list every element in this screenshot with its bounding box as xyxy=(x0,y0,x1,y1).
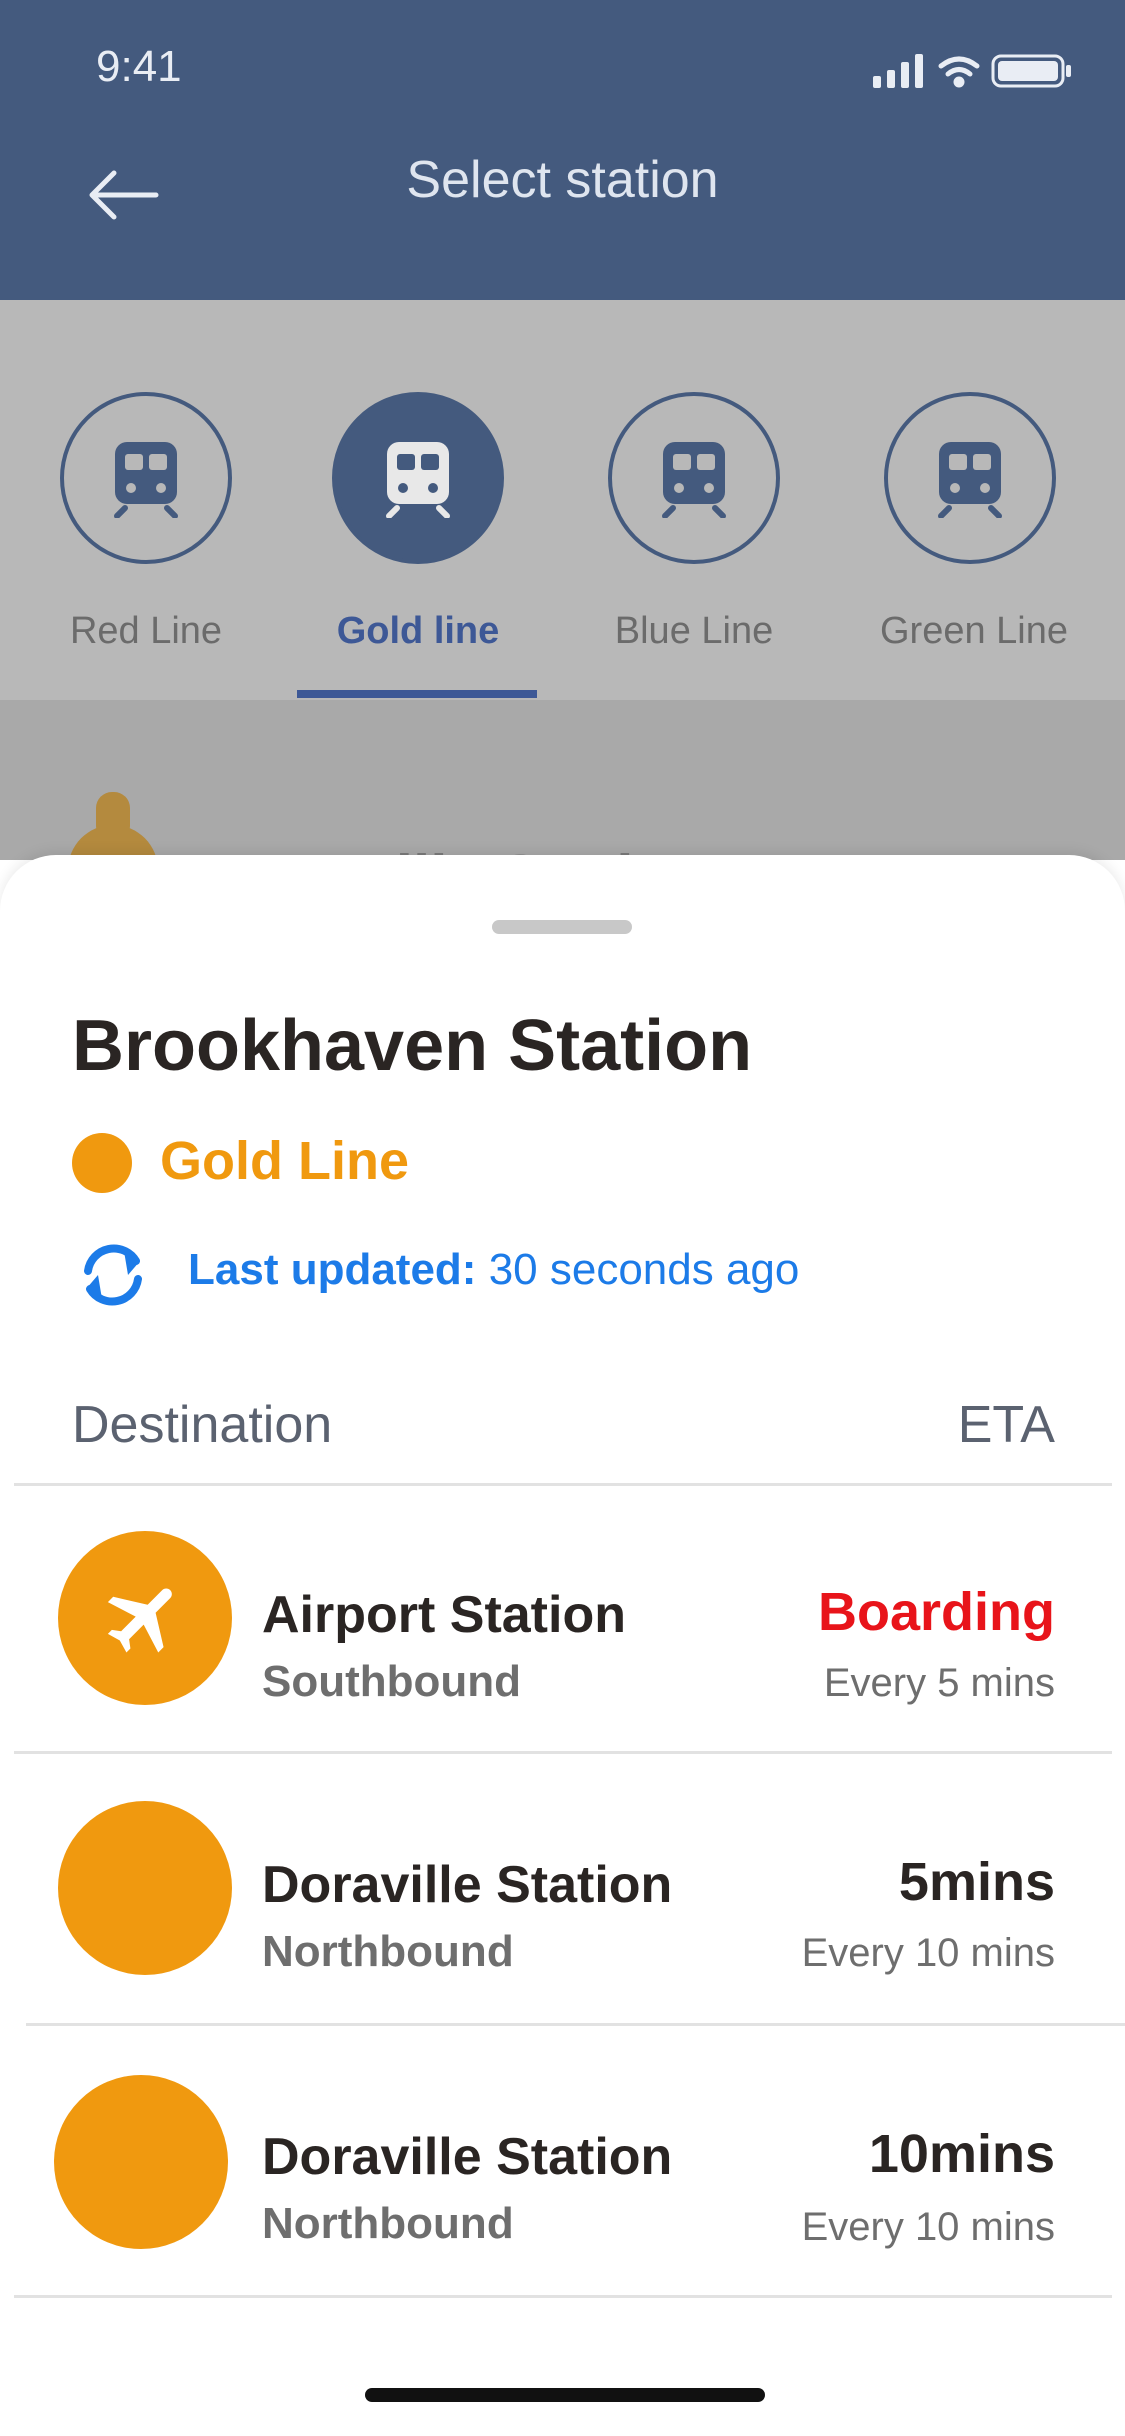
active-tab-indicator xyxy=(297,690,537,698)
tab-label: Red Line xyxy=(69,610,223,652)
tab-label: Blue Line xyxy=(614,610,774,652)
line-color-dot xyxy=(72,1133,132,1193)
train-icon xyxy=(938,442,1002,518)
divider xyxy=(14,1483,1112,1486)
eta-status: 5mins xyxy=(898,1852,1055,1912)
destination-title: Airport Station xyxy=(262,1586,626,1644)
last-updated-label: Last updated: xyxy=(188,1245,477,1294)
station-name: Brookhaven Station xyxy=(72,1006,753,1086)
train-icon-circle xyxy=(608,392,780,564)
dimmed-list-background: Doraville Station xyxy=(0,700,1125,915)
divider xyxy=(14,2295,1112,2298)
line-name: Gold Line xyxy=(160,1131,409,1191)
destination-direction: Northbound xyxy=(262,2199,514,2248)
battery-icon xyxy=(991,54,1071,88)
divider xyxy=(26,2023,1125,2026)
station-bottom-sheet: Brookhaven Station Gold Line Last update… xyxy=(0,855,1125,2436)
train-icon-circle xyxy=(884,392,1056,564)
tab-green-line[interactable]: Green Line xyxy=(880,392,1069,653)
destination-avatar xyxy=(58,1801,232,1975)
tab-blue-line[interactable]: Blue Line xyxy=(604,392,784,653)
eta-frequency: Every 10 mins xyxy=(801,1931,1055,1975)
column-destination: Destination xyxy=(72,1396,333,1454)
tab-label: Green Line xyxy=(880,610,1069,652)
train-icon xyxy=(386,442,450,518)
signal-icon xyxy=(873,54,923,88)
status-time: 9:41 xyxy=(96,42,182,91)
train-icon xyxy=(114,442,178,518)
last-updated-value: 30 seconds ago xyxy=(488,1245,800,1294)
eta-frequency: Every 10 mins xyxy=(801,2205,1055,2249)
app-header: 9:41 Select station xyxy=(0,0,1125,300)
destination-direction: Southbound xyxy=(262,1657,522,1706)
destination-direction: Northbound xyxy=(262,1927,514,1976)
line-selector-background: Red Line Gold line Blue Line Green Line xyxy=(0,300,1125,915)
eta-status: 10mins xyxy=(868,2124,1055,2184)
tab-gold-line[interactable]: Gold line xyxy=(328,392,508,653)
wifi-icon xyxy=(938,56,980,88)
destination-title: Doraville Station xyxy=(262,1856,673,1914)
train-icon xyxy=(662,442,726,518)
tab-label: Gold line xyxy=(336,610,500,652)
airplane-icon xyxy=(107,1588,172,1653)
last-updated: Last updated: 30 seconds ago xyxy=(188,1245,799,1295)
destination-avatar xyxy=(58,1531,232,1705)
refresh-icon[interactable] xyxy=(74,1235,152,1313)
drag-handle[interactable] xyxy=(492,920,632,934)
column-eta: ETA xyxy=(957,1396,1055,1454)
eta-frequency: Every 5 mins xyxy=(823,1661,1055,1705)
tab-red-line[interactable]: Red Line xyxy=(56,392,236,653)
eta-status: Boarding xyxy=(818,1582,1055,1642)
page-title: Select station xyxy=(406,151,719,209)
train-icon-circle xyxy=(332,392,504,564)
home-indicator[interactable] xyxy=(365,2388,765,2402)
destination-title: Doraville Station xyxy=(262,2128,673,2186)
train-icon-circle xyxy=(60,392,232,564)
destination-avatar xyxy=(54,2075,228,2249)
divider xyxy=(14,1751,1112,1754)
status-icons xyxy=(873,54,1071,88)
